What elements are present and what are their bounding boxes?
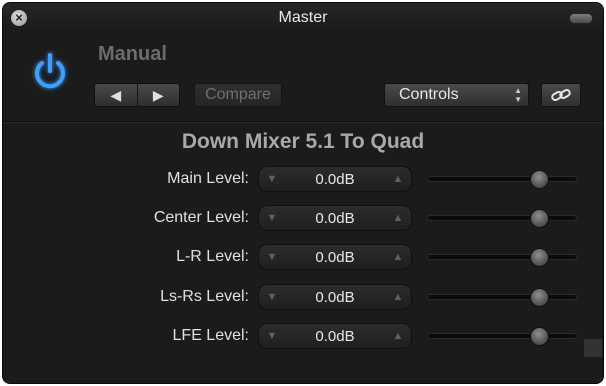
parameter-row: LFE Level: ▼ 0.0dB ▲: [3, 323, 603, 349]
increment-arrow-icon[interactable]: ▲: [391, 211, 405, 225]
parameter-label: Ls-Rs Level:: [160, 288, 249, 305]
compare-button[interactable]: Compare: [194, 83, 282, 107]
slider-thumb[interactable]: [530, 248, 549, 267]
parameter-value[interactable]: 0.0dB: [259, 171, 411, 188]
parameter-label: Center Level:: [153, 209, 249, 226]
parameter-value[interactable]: 0.0dB: [259, 210, 411, 227]
increment-arrow-icon[interactable]: ▲: [391, 329, 405, 343]
level-slider[interactable]: [427, 248, 577, 267]
value-stepper[interactable]: ▼ 0.0dB ▲: [258, 284, 412, 310]
value-stepper[interactable]: ▼ 0.0dB ▲: [258, 244, 412, 270]
parameter-row: Ls-Rs Level: ▼ 0.0dB ▲: [3, 284, 603, 310]
increment-arrow-icon[interactable]: ▲: [391, 250, 405, 264]
resize-handle[interactable]: [584, 339, 602, 357]
increment-arrow-icon[interactable]: ▲: [391, 290, 405, 304]
link-icon: [551, 88, 571, 101]
parameter-value[interactable]: 0.0dB: [259, 328, 411, 345]
preset-nav: ◀ ▶: [94, 83, 180, 107]
previous-preset-button[interactable]: ◀: [95, 84, 137, 106]
plugin-title: Down Mixer 5.1 To Quad: [181, 130, 425, 153]
title-bar[interactable]: × Master: [3, 3, 603, 33]
parameter-label: Main Level:: [167, 170, 249, 187]
parameter-row: Center Level: ▼ 0.0dB ▲: [3, 205, 603, 231]
level-slider[interactable]: [427, 209, 577, 228]
power-icon[interactable]: [27, 49, 73, 95]
level-slider[interactable]: [427, 327, 577, 346]
parameter-label: LFE Level:: [172, 327, 249, 344]
view-select[interactable]: Controls ▲ ▼: [384, 83, 529, 107]
window-title: Master: [278, 9, 328, 26]
increment-arrow-icon[interactable]: ▲: [391, 172, 405, 186]
parameter-row: Main Level: ▼ 0.0dB ▲: [3, 166, 603, 192]
value-stepper[interactable]: ▼ 0.0dB ▲: [258, 166, 412, 192]
level-slider[interactable]: [427, 288, 577, 307]
parameter-label: L-R Level:: [176, 248, 249, 265]
level-slider[interactable]: [427, 170, 577, 189]
preset-name[interactable]: Manual: [98, 43, 167, 66]
slider-thumb[interactable]: [530, 209, 549, 228]
parameter-value[interactable]: 0.0dB: [259, 289, 411, 306]
parameter-value[interactable]: 0.0dB: [259, 249, 411, 266]
plugin-window: × Master Manual ◀ ▶ Compare Controls ▲▼: [2, 2, 604, 384]
slider-thumb[interactable]: [530, 288, 549, 307]
value-stepper[interactable]: ▼ 0.0dB ▲: [258, 205, 412, 231]
next-preset-button[interactable]: ▶: [136, 84, 180, 106]
value-stepper[interactable]: ▼ 0.0dB ▲: [258, 323, 412, 349]
collapse-button[interactable]: [569, 13, 593, 24]
slider-thumb[interactable]: [530, 327, 549, 346]
view-select-value: Controls: [399, 86, 459, 103]
link-button[interactable]: [541, 83, 581, 107]
parameter-row: L-R Level: ▼ 0.0dB ▲: [3, 244, 603, 270]
updown-arrows-icon: ▲ ▼: [514, 86, 522, 104]
slider-thumb[interactable]: [530, 170, 549, 189]
divider-highlight: [3, 122, 603, 123]
